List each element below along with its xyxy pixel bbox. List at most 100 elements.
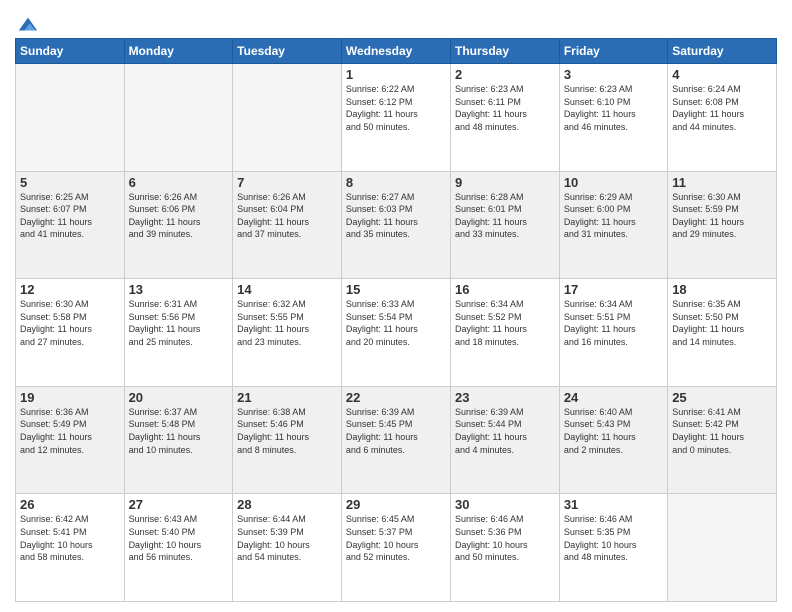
day-number: 12 [20,282,120,297]
day-number: 20 [129,390,229,405]
calendar-cell: 11Sunrise: 6:30 AM Sunset: 5:59 PM Dayli… [668,171,777,279]
day-number: 7 [237,175,337,190]
day-info: Sunrise: 6:36 AM Sunset: 5:49 PM Dayligh… [20,406,120,456]
day-number: 14 [237,282,337,297]
logo [15,14,39,32]
day-info: Sunrise: 6:30 AM Sunset: 5:58 PM Dayligh… [20,298,120,348]
calendar-cell: 18Sunrise: 6:35 AM Sunset: 5:50 PM Dayli… [668,279,777,387]
calendar-cell: 16Sunrise: 6:34 AM Sunset: 5:52 PM Dayli… [450,279,559,387]
day-number: 16 [455,282,555,297]
day-number: 3 [564,67,663,82]
calendar-week-row: 1Sunrise: 6:22 AM Sunset: 6:12 PM Daylig… [16,64,777,172]
day-info: Sunrise: 6:34 AM Sunset: 5:52 PM Dayligh… [455,298,555,348]
day-number: 31 [564,497,663,512]
day-number: 24 [564,390,663,405]
calendar-cell: 25Sunrise: 6:41 AM Sunset: 5:42 PM Dayli… [668,386,777,494]
calendar-cell: 4Sunrise: 6:24 AM Sunset: 6:08 PM Daylig… [668,64,777,172]
calendar-cell: 30Sunrise: 6:46 AM Sunset: 5:36 PM Dayli… [450,494,559,602]
day-info: Sunrise: 6:39 AM Sunset: 5:45 PM Dayligh… [346,406,446,456]
calendar-cell: 24Sunrise: 6:40 AM Sunset: 5:43 PM Dayli… [559,386,667,494]
day-header-thursday: Thursday [450,39,559,64]
day-info: Sunrise: 6:26 AM Sunset: 6:06 PM Dayligh… [129,191,229,241]
logo-icon [17,14,39,36]
calendar-header-row: SundayMondayTuesdayWednesdayThursdayFrid… [16,39,777,64]
day-info: Sunrise: 6:29 AM Sunset: 6:00 PM Dayligh… [564,191,663,241]
day-number: 13 [129,282,229,297]
day-number: 25 [672,390,772,405]
day-number: 4 [672,67,772,82]
day-info: Sunrise: 6:22 AM Sunset: 6:12 PM Dayligh… [346,83,446,133]
calendar-week-row: 5Sunrise: 6:25 AM Sunset: 6:07 PM Daylig… [16,171,777,279]
day-info: Sunrise: 6:35 AM Sunset: 5:50 PM Dayligh… [672,298,772,348]
calendar-week-row: 26Sunrise: 6:42 AM Sunset: 5:41 PM Dayli… [16,494,777,602]
day-number: 18 [672,282,772,297]
calendar: SundayMondayTuesdayWednesdayThursdayFrid… [15,38,777,602]
calendar-cell: 28Sunrise: 6:44 AM Sunset: 5:39 PM Dayli… [233,494,342,602]
day-number: 5 [20,175,120,190]
calendar-cell: 22Sunrise: 6:39 AM Sunset: 5:45 PM Dayli… [341,386,450,494]
day-info: Sunrise: 6:27 AM Sunset: 6:03 PM Dayligh… [346,191,446,241]
day-info: Sunrise: 6:31 AM Sunset: 5:56 PM Dayligh… [129,298,229,348]
day-number: 15 [346,282,446,297]
calendar-cell: 9Sunrise: 6:28 AM Sunset: 6:01 PM Daylig… [450,171,559,279]
day-info: Sunrise: 6:45 AM Sunset: 5:37 PM Dayligh… [346,513,446,563]
day-header-monday: Monday [124,39,233,64]
calendar-cell [16,64,125,172]
calendar-cell: 20Sunrise: 6:37 AM Sunset: 5:48 PM Dayli… [124,386,233,494]
day-number: 11 [672,175,772,190]
day-number: 28 [237,497,337,512]
day-number: 6 [129,175,229,190]
calendar-week-row: 19Sunrise: 6:36 AM Sunset: 5:49 PM Dayli… [16,386,777,494]
day-info: Sunrise: 6:26 AM Sunset: 6:04 PM Dayligh… [237,191,337,241]
day-info: Sunrise: 6:30 AM Sunset: 5:59 PM Dayligh… [672,191,772,241]
day-number: 23 [455,390,555,405]
day-info: Sunrise: 6:23 AM Sunset: 6:10 PM Dayligh… [564,83,663,133]
calendar-cell: 23Sunrise: 6:39 AM Sunset: 5:44 PM Dayli… [450,386,559,494]
day-info: Sunrise: 6:28 AM Sunset: 6:01 PM Dayligh… [455,191,555,241]
calendar-cell: 15Sunrise: 6:33 AM Sunset: 5:54 PM Dayli… [341,279,450,387]
calendar-cell: 29Sunrise: 6:45 AM Sunset: 5:37 PM Dayli… [341,494,450,602]
calendar-cell: 5Sunrise: 6:25 AM Sunset: 6:07 PM Daylig… [16,171,125,279]
calendar-cell: 8Sunrise: 6:27 AM Sunset: 6:03 PM Daylig… [341,171,450,279]
day-number: 17 [564,282,663,297]
calendar-cell: 7Sunrise: 6:26 AM Sunset: 6:04 PM Daylig… [233,171,342,279]
day-number: 27 [129,497,229,512]
calendar-cell: 21Sunrise: 6:38 AM Sunset: 5:46 PM Dayli… [233,386,342,494]
day-info: Sunrise: 6:33 AM Sunset: 5:54 PM Dayligh… [346,298,446,348]
calendar-cell: 14Sunrise: 6:32 AM Sunset: 5:55 PM Dayli… [233,279,342,387]
day-header-friday: Friday [559,39,667,64]
calendar-cell: 6Sunrise: 6:26 AM Sunset: 6:06 PM Daylig… [124,171,233,279]
day-info: Sunrise: 6:24 AM Sunset: 6:08 PM Dayligh… [672,83,772,133]
calendar-week-row: 12Sunrise: 6:30 AM Sunset: 5:58 PM Dayli… [16,279,777,387]
calendar-cell [668,494,777,602]
day-number: 1 [346,67,446,82]
day-number: 29 [346,497,446,512]
day-info: Sunrise: 6:46 AM Sunset: 5:35 PM Dayligh… [564,513,663,563]
day-number: 8 [346,175,446,190]
calendar-cell: 12Sunrise: 6:30 AM Sunset: 5:58 PM Dayli… [16,279,125,387]
day-info: Sunrise: 6:42 AM Sunset: 5:41 PM Dayligh… [20,513,120,563]
day-number: 9 [455,175,555,190]
calendar-cell: 13Sunrise: 6:31 AM Sunset: 5:56 PM Dayli… [124,279,233,387]
day-info: Sunrise: 6:37 AM Sunset: 5:48 PM Dayligh… [129,406,229,456]
day-info: Sunrise: 6:44 AM Sunset: 5:39 PM Dayligh… [237,513,337,563]
day-number: 22 [346,390,446,405]
day-number: 30 [455,497,555,512]
day-info: Sunrise: 6:38 AM Sunset: 5:46 PM Dayligh… [237,406,337,456]
day-info: Sunrise: 6:25 AM Sunset: 6:07 PM Dayligh… [20,191,120,241]
day-header-sunday: Sunday [16,39,125,64]
day-header-wednesday: Wednesday [341,39,450,64]
day-info: Sunrise: 6:43 AM Sunset: 5:40 PM Dayligh… [129,513,229,563]
day-info: Sunrise: 6:40 AM Sunset: 5:43 PM Dayligh… [564,406,663,456]
day-info: Sunrise: 6:41 AM Sunset: 5:42 PM Dayligh… [672,406,772,456]
header [15,10,777,32]
day-number: 10 [564,175,663,190]
calendar-cell: 2Sunrise: 6:23 AM Sunset: 6:11 PM Daylig… [450,64,559,172]
day-info: Sunrise: 6:46 AM Sunset: 5:36 PM Dayligh… [455,513,555,563]
calendar-cell: 26Sunrise: 6:42 AM Sunset: 5:41 PM Dayli… [16,494,125,602]
day-header-saturday: Saturday [668,39,777,64]
calendar-cell: 31Sunrise: 6:46 AM Sunset: 5:35 PM Dayli… [559,494,667,602]
day-number: 21 [237,390,337,405]
calendar-cell: 19Sunrise: 6:36 AM Sunset: 5:49 PM Dayli… [16,386,125,494]
day-number: 2 [455,67,555,82]
